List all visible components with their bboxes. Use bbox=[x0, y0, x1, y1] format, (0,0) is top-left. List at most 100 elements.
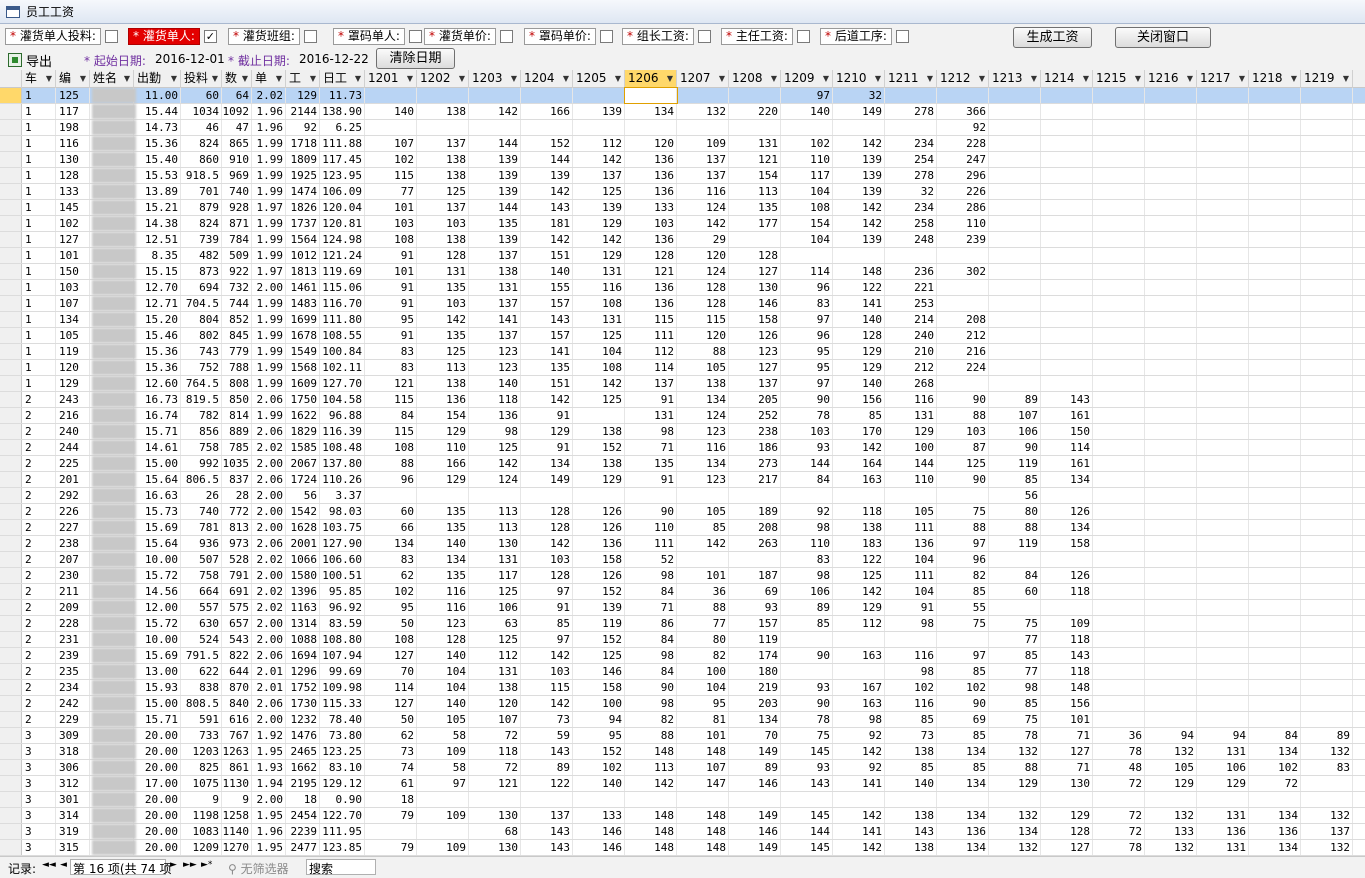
table-cell[interactable]: 106 bbox=[781, 584, 833, 599]
table-cell[interactable]: 228 bbox=[56, 616, 90, 631]
table-cell[interactable]: 103 bbox=[521, 552, 573, 567]
table-cell[interactable]: 140 bbox=[521, 264, 573, 279]
table-cell[interactable]: 242 bbox=[56, 696, 90, 711]
table-cell[interactable]: 129 bbox=[885, 424, 937, 439]
table-cell[interactable]: 104.58 bbox=[320, 392, 365, 407]
table-cell[interactable] bbox=[989, 312, 1041, 327]
table-cell[interactable]: 214 bbox=[885, 312, 937, 327]
table-cell[interactable]: 108 bbox=[365, 632, 417, 647]
table-cell[interactable]: 664 bbox=[181, 584, 222, 599]
table-cell[interactable] bbox=[885, 120, 937, 135]
table-cell[interactable]: 130 bbox=[469, 808, 521, 823]
table-cell[interactable]: 125 bbox=[573, 328, 625, 343]
table-cell[interactable]: 88 bbox=[937, 520, 989, 535]
table-cell[interactable]: 109 bbox=[417, 808, 469, 823]
table-cell[interactable]: 149 bbox=[729, 744, 781, 759]
table-cell[interactable] bbox=[1145, 488, 1197, 503]
filter-label[interactable]: * 灌货单人: bbox=[128, 28, 200, 45]
table-cell[interactable]: 1 bbox=[22, 296, 56, 311]
table-cell[interactable]: 2.01 bbox=[252, 664, 286, 679]
table-cell[interactable]: 100 bbox=[885, 440, 937, 455]
table-cell[interactable]: 210 bbox=[885, 344, 937, 359]
column-header[interactable]: 1217 ▼ bbox=[1197, 70, 1249, 88]
table-cell[interactable]: 97 bbox=[521, 584, 573, 599]
table-cell[interactable]: 129 bbox=[833, 360, 885, 375]
table-cell[interactable]: 133 bbox=[573, 808, 625, 823]
table-cell[interactable]: 1476 bbox=[286, 728, 320, 743]
column-header[interactable]: 1202 ▼ bbox=[417, 70, 469, 88]
row-selector[interactable] bbox=[0, 712, 22, 727]
table-cell[interactable] bbox=[1145, 280, 1197, 295]
row-selector[interactable] bbox=[0, 360, 22, 375]
table-cell[interactable]: 69 bbox=[937, 712, 989, 727]
table-cell[interactable] bbox=[1145, 184, 1197, 199]
table-cell[interactable]: 102 bbox=[573, 760, 625, 775]
table-cell[interactable]: 144 bbox=[781, 456, 833, 471]
table-cell[interactable]: 139 bbox=[573, 200, 625, 215]
table-cell[interactable]: 1542 bbox=[286, 504, 320, 519]
filter-4[interactable]: * 灌货单价: bbox=[424, 28, 513, 45]
row-selector[interactable] bbox=[0, 792, 22, 807]
table-cell[interactable]: 156 bbox=[1041, 696, 1093, 711]
table-cell[interactable]: 98 bbox=[625, 648, 677, 663]
table-cell[interactable]: 60 bbox=[181, 88, 222, 103]
table-cell[interactable]: 130 bbox=[469, 840, 521, 855]
table-cell[interactable]: 127.90 bbox=[320, 536, 365, 551]
table-row[interactable]: 2 235 13.00 622 644 2.01 1296 99.69 70 104 131 103 1… bbox=[0, 664, 1365, 680]
table-cell[interactable]: 758 bbox=[181, 440, 222, 455]
table-cell[interactable]: 234 bbox=[885, 200, 937, 215]
table-cell[interactable]: 177 bbox=[729, 216, 781, 231]
table-row[interactable]: 1 120 15.36 752 788 1.99 1568 102.11 83 113 123 135… bbox=[0, 360, 1365, 376]
table-cell[interactable]: 71 bbox=[625, 440, 677, 455]
table-row[interactable]: 2 292 16.63 26 28 2.00 56 3.37 56 bbox=[0, 488, 1365, 504]
table-cell[interactable]: 131 bbox=[729, 136, 781, 151]
table-cell[interactable] bbox=[1197, 296, 1249, 311]
table-cell[interactable]: 85 bbox=[885, 760, 937, 775]
table-cell[interactable]: 2.00 bbox=[252, 456, 286, 471]
table-cell[interactable]: 128 bbox=[625, 248, 677, 263]
table-cell[interactable]: 32 bbox=[833, 88, 885, 103]
table-cell[interactable]: 161 bbox=[1041, 408, 1093, 423]
table-cell[interactable]: 98 bbox=[781, 568, 833, 583]
table-cell[interactable]: 231 bbox=[56, 632, 90, 647]
table-cell[interactable] bbox=[1145, 456, 1197, 471]
table-cell[interactable]: 134 bbox=[1249, 808, 1301, 823]
table-cell[interactable]: 12.70 bbox=[134, 280, 181, 295]
table-cell[interactable]: 97 bbox=[781, 88, 833, 103]
table-cell[interactable]: 15.36 bbox=[134, 360, 181, 375]
table-cell[interactable]: 248 bbox=[885, 232, 937, 247]
table-cell[interactable] bbox=[469, 88, 521, 103]
table-cell[interactable] bbox=[1093, 648, 1145, 663]
table-cell[interactable]: 779 bbox=[222, 344, 252, 359]
table-cell[interactable]: 856 bbox=[181, 424, 222, 439]
table-cell[interactable]: 138 bbox=[417, 152, 469, 167]
table-cell[interactable]: 110 bbox=[937, 216, 989, 231]
table-cell[interactable]: 123.95 bbox=[320, 168, 365, 183]
table-cell[interactable]: 139 bbox=[833, 152, 885, 167]
table-cell[interactable]: 825 bbox=[181, 760, 222, 775]
table-cell[interactable]: 148 bbox=[677, 824, 729, 839]
table-cell[interactable]: 108.55 bbox=[320, 328, 365, 343]
table-cell[interactable] bbox=[1249, 312, 1301, 327]
table-cell[interactable]: 543 bbox=[222, 632, 252, 647]
table-cell[interactable]: 133 bbox=[1145, 824, 1197, 839]
table-cell[interactable]: 123.85 bbox=[320, 840, 365, 855]
table-cell[interactable]: 135 bbox=[417, 568, 469, 583]
table-cell[interactable] bbox=[1197, 504, 1249, 519]
table-cell[interactable]: 116.70 bbox=[320, 296, 365, 311]
table-cell[interactable]: 138 bbox=[885, 840, 937, 855]
table-cell[interactable] bbox=[365, 88, 417, 103]
table-cell[interactable]: 146 bbox=[729, 776, 781, 791]
table-cell[interactable]: 93 bbox=[781, 440, 833, 455]
table-cell[interactable] bbox=[1301, 552, 1353, 567]
table-cell[interactable]: 20.00 bbox=[134, 760, 181, 775]
table-cell[interactable] bbox=[729, 552, 781, 567]
table-cell[interactable]: 1 bbox=[22, 360, 56, 375]
row-selector[interactable] bbox=[0, 456, 22, 471]
table-cell[interactable]: 91 bbox=[365, 296, 417, 311]
table-cell[interactable]: 135 bbox=[417, 280, 469, 295]
table-cell[interactable]: 107 bbox=[56, 296, 90, 311]
table-cell[interactable]: 186 bbox=[729, 440, 781, 455]
table-cell[interactable]: 1 bbox=[22, 104, 56, 119]
table-cell[interactable] bbox=[1145, 792, 1197, 807]
